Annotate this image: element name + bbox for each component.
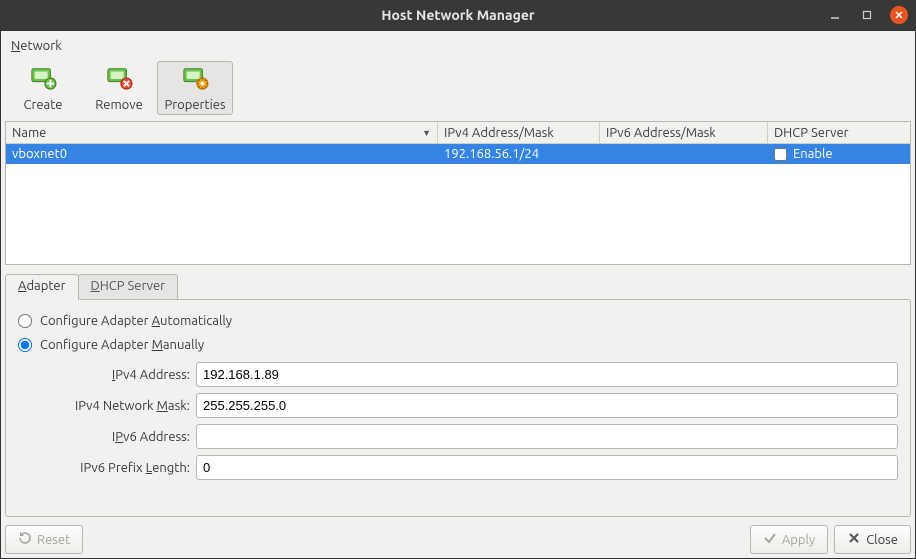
network-properties-icon [180,65,210,94]
menu-network[interactable]: Network [5,37,68,55]
ipv4-mask-input[interactable] [196,393,898,418]
create-label: Create [23,98,62,112]
configure-auto-label: Configure Adapter Automatically [40,314,232,328]
close-window-button[interactable] [890,6,908,24]
column-name[interactable]: Name▼ [6,122,438,143]
maximize-button[interactable] [858,6,876,24]
check-icon [763,531,777,548]
reset-icon [18,531,32,548]
tabs: Adapter DHCP Server [5,273,911,299]
cell-ipv6 [600,152,768,156]
ipv4-address-input[interactable] [196,362,898,387]
reset-button[interactable]: Reset [5,525,83,554]
ipv6-prefix-label: IPv6 Prefix Length: [20,461,190,475]
configure-manual-radio[interactable] [18,338,32,352]
cell-dhcp: Enable [768,145,910,163]
remove-label: Remove [95,98,143,112]
configure-auto-radio-row[interactable]: Configure Adapter Automatically [18,314,898,328]
tab-adapter[interactable]: Adapter [5,274,79,300]
titlebar: Host Network Manager [0,0,916,30]
adapter-panel: Configure Adapter Automatically Configur… [5,299,911,517]
close-label: Close [866,533,898,547]
sort-desc-icon: ▼ [422,128,431,138]
minimize-button[interactable] [826,6,844,24]
ipv6-address-input[interactable] [196,424,898,449]
tab-dhcp-server[interactable]: DHCP Server [78,274,179,300]
menubar: Network [5,35,911,57]
ipv6-address-label: IPv6 Address: [20,430,190,444]
network-add-icon [28,65,58,94]
window-title: Host Network Manager [0,7,916,23]
ipv6-prefix-input[interactable] [196,455,898,480]
table-row[interactable]: vboxnet0 192.168.56.1/24 Enable [6,144,910,164]
properties-label: Properties [164,98,225,112]
close-icon [847,531,861,548]
cell-name: vboxnet0 [6,145,438,163]
column-ipv6[interactable]: IPv6 Address/Mask [600,122,768,143]
reset-label: Reset [37,533,70,547]
toolbar: Create Remove Properties [5,59,911,119]
ipv4-mask-label: IPv4 Network Mask: [20,399,190,413]
dhcp-enable-checkbox[interactable] [774,148,787,161]
configure-manual-radio-row[interactable]: Configure Adapter Manually [18,338,898,352]
remove-button[interactable]: Remove [81,61,157,115]
ipv4-address-label: IPv4 Address: [20,368,190,382]
apply-button[interactable]: Apply [750,525,828,554]
cell-ipv4: 192.168.56.1/24 [438,145,600,163]
configure-auto-radio[interactable] [18,314,32,328]
column-dhcp[interactable]: DHCP Server [768,122,910,143]
network-remove-icon [104,65,134,94]
apply-label: Apply [782,533,815,547]
close-button[interactable]: Close [834,525,911,554]
properties-button[interactable]: Properties [157,61,233,115]
configure-manual-label: Configure Adapter Manually [40,338,204,352]
create-button[interactable]: Create [5,61,81,115]
dhcp-enable-label: Enable [793,147,833,161]
column-ipv4[interactable]: IPv4 Address/Mask [438,122,600,143]
networks-table: Name▼ IPv4 Address/Mask IPv6 Address/Mas… [5,121,911,265]
button-bar: Reset Apply Close [5,519,911,554]
